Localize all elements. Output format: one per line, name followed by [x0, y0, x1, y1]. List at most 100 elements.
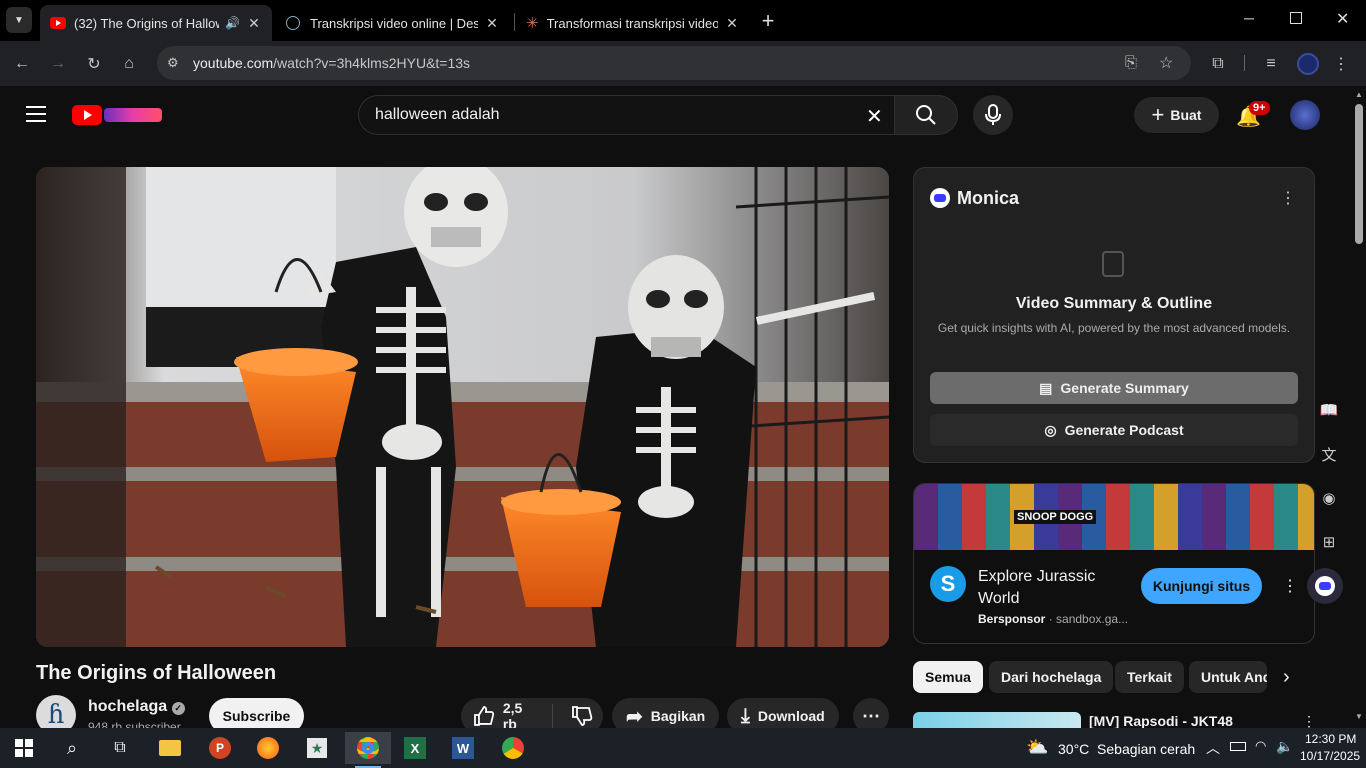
- generate-summary-button[interactable]: ▤ Generate Summary: [930, 372, 1298, 404]
- search-button[interactable]: [894, 95, 958, 135]
- create-button[interactable]: + Buat: [1134, 97, 1219, 133]
- claude-favicon-icon: ✳: [526, 15, 539, 32]
- chip-for-you[interactable]: Untuk Anda: [1189, 661, 1267, 693]
- youtube-favicon-icon: [50, 17, 66, 29]
- close-tab-icon[interactable]: ✕: [246, 15, 262, 32]
- address-bar[interactable]: ⚙ youtube.com/watch?v=3h4klms2HYU&t=13s …: [157, 46, 1191, 80]
- download-label: Download: [757, 708, 825, 724]
- clock-time[interactable]: 12:30 PM: [1305, 732, 1356, 746]
- show-hidden-icons-chevron[interactable]: ︿: [1206, 738, 1220, 758]
- ad-sponsor-label: Bersponsor: [978, 612, 1046, 626]
- sponsored-ad-card[interactable]: SNOOP DOGG S Explore Jurassic World Bers…: [913, 483, 1315, 644]
- wifi-icon[interactable]: ◠: [1255, 738, 1266, 754]
- channel-name[interactable]: hochelaga ✓: [88, 698, 185, 716]
- video-player[interactable]: [36, 167, 889, 647]
- powerpoint-icon[interactable]: P: [200, 732, 240, 764]
- notification-count-badge: 9+: [1249, 101, 1270, 115]
- extensions-icon[interactable]: ⧉: [1207, 53, 1229, 75]
- chrome-profile-icon[interactable]: [493, 732, 533, 764]
- install-app-icon[interactable]: ⎘: [1125, 54, 1137, 71]
- tab-separator: [514, 13, 515, 31]
- tab-transkripsi[interactable]: Transkripsi video online | Desgn ✕: [276, 5, 510, 41]
- media-control-icon[interactable]: ≡: [1260, 53, 1282, 75]
- audio-playing-icon[interactable]: 🔊: [225, 16, 240, 30]
- next-video-thumbnail[interactable]: [913, 712, 1081, 728]
- windows-taskbar: ⌕ ⧉ P ★ X W ⛅ 30°C Sebagian cerah ︿ ◠ 🔈 …: [0, 728, 1366, 768]
- word-icon[interactable]: W: [443, 732, 483, 764]
- windows-start-icon[interactable]: [4, 732, 44, 764]
- monica-heading: Video Summary & Outline: [1015, 295, 1213, 312]
- youtube-logo[interactable]: [72, 104, 166, 126]
- bookmark-star-icon[interactable]: ☆: [1159, 53, 1173, 73]
- tab-search-button[interactable]: ▼: [6, 7, 32, 33]
- url-path: /watch?v=3h4klms2HYU&t=13s: [273, 55, 471, 71]
- generate-podcast-button[interactable]: ◎ Generate Podcast: [930, 414, 1298, 446]
- forward-icon[interactable]: →: [47, 53, 69, 75]
- file-explorer-icon[interactable]: [150, 732, 190, 764]
- scroll-down-arrow-icon[interactable]: ▼: [1355, 712, 1363, 721]
- volume-icon[interactable]: 🔈: [1276, 738, 1293, 755]
- chip-all[interactable]: Semua: [913, 661, 983, 693]
- scrollbar-thumb[interactable]: [1355, 104, 1363, 244]
- visit-site-button[interactable]: Kunjungi situs: [1141, 568, 1262, 604]
- home-icon[interactable]: ⌂: [118, 53, 140, 75]
- video-frame-skeleton-kids: [36, 167, 889, 647]
- page-scrollbar[interactable]: ▲ ▼: [1352, 86, 1366, 728]
- tab-youtube[interactable]: (32) The Origins of Halloween 🔊 ✕: [40, 5, 272, 41]
- chip-related[interactable]: Terkait: [1115, 661, 1184, 693]
- voice-search-button[interactable]: [973, 95, 1013, 135]
- monica-menu-icon[interactable]: ⋮: [1280, 188, 1296, 208]
- close-tab-icon[interactable]: ✕: [724, 15, 740, 32]
- monica-floating-button[interactable]: [1307, 568, 1343, 604]
- generate-podcast-label: Generate Podcast: [1064, 422, 1184, 438]
- weather-cloud-icon[interactable]: ⛅: [1026, 737, 1048, 758]
- close-window-icon[interactable]: ✕: [1336, 9, 1349, 29]
- weather-text[interactable]: 30°C Sebagian cerah: [1058, 741, 1195, 757]
- share-label: Bagikan: [650, 708, 706, 724]
- account-avatar[interactable]: [1290, 100, 1320, 130]
- new-tab-button[interactable]: +: [758, 8, 778, 34]
- hamburger-menu-icon[interactable]: [26, 106, 46, 122]
- clock-date[interactable]: 10/17/2025: [1300, 749, 1360, 763]
- search-box[interactable]: halloween adalah ✕: [358, 95, 895, 135]
- taskbar-search-icon[interactable]: ⌕: [52, 732, 92, 764]
- excel-icon[interactable]: X: [395, 732, 435, 764]
- translate-icon[interactable]: 文: [1317, 442, 1341, 466]
- star-app-icon[interactable]: ★: [297, 732, 337, 764]
- podcast-signal-icon[interactable]: ◉: [1317, 486, 1341, 510]
- chrome-active-icon[interactable]: [345, 732, 391, 764]
- restore-icon[interactable]: [1290, 12, 1302, 24]
- channel-name-text: hochelaga: [88, 698, 168, 715]
- chip-from-channel[interactable]: Dari hochelaga: [989, 661, 1114, 693]
- firefox-icon[interactable]: [248, 732, 288, 764]
- tab-transformasi[interactable]: ✳ Transformasi transkripsi video Y ✕: [516, 5, 750, 41]
- back-icon[interactable]: ←: [11, 53, 33, 75]
- search-input[interactable]: halloween adalah: [375, 106, 500, 124]
- monica-extension-panel: Monica ⋮ Video Summary & Outline Get qui…: [913, 167, 1315, 463]
- microphone-icon: [985, 104, 1001, 125]
- ad-menu-icon[interactable]: ⋮: [1282, 576, 1298, 596]
- close-tab-icon[interactable]: ✕: [484, 15, 500, 32]
- task-view-icon[interactable]: ⧉: [100, 732, 140, 764]
- site-info-icon[interactable]: ⚙: [167, 55, 179, 71]
- like-button[interactable]: 2,5 rb: [461, 700, 553, 732]
- profile-avatar[interactable]: [1297, 53, 1319, 75]
- monica-title: Monica: [957, 188, 1020, 208]
- tab-title: Transkripsi video online | Desgn: [310, 15, 478, 31]
- chips-next-chevron-icon[interactable]: ›: [1283, 666, 1290, 689]
- summary-document-icon: [1102, 251, 1124, 277]
- minimize-icon[interactable]: ─: [1244, 10, 1258, 26]
- scroll-up-arrow-icon[interactable]: ▲: [1355, 90, 1363, 99]
- next-video-title[interactable]: [MV] Rapsodi - JKT48: [1089, 713, 1233, 729]
- battery-icon[interactable]: [1230, 742, 1246, 751]
- ad-sponsor-line: Bersponsor · sandbox.ga...: [978, 612, 1129, 626]
- dislike-button[interactable]: [561, 705, 603, 727]
- generate-summary-label: Generate Summary: [1060, 380, 1189, 396]
- podcast-icon: ◎: [1044, 421, 1057, 438]
- apps-grid-icon[interactable]: ⊞: [1317, 530, 1341, 554]
- menu-kebab-icon[interactable]: ⋮: [1330, 53, 1352, 75]
- reader-book-icon[interactable]: 📖: [1317, 398, 1341, 422]
- url-domain: youtube.com: [193, 55, 274, 71]
- reload-icon[interactable]: ↻: [83, 53, 105, 75]
- clear-search-icon[interactable]: ✕: [866, 104, 883, 129]
